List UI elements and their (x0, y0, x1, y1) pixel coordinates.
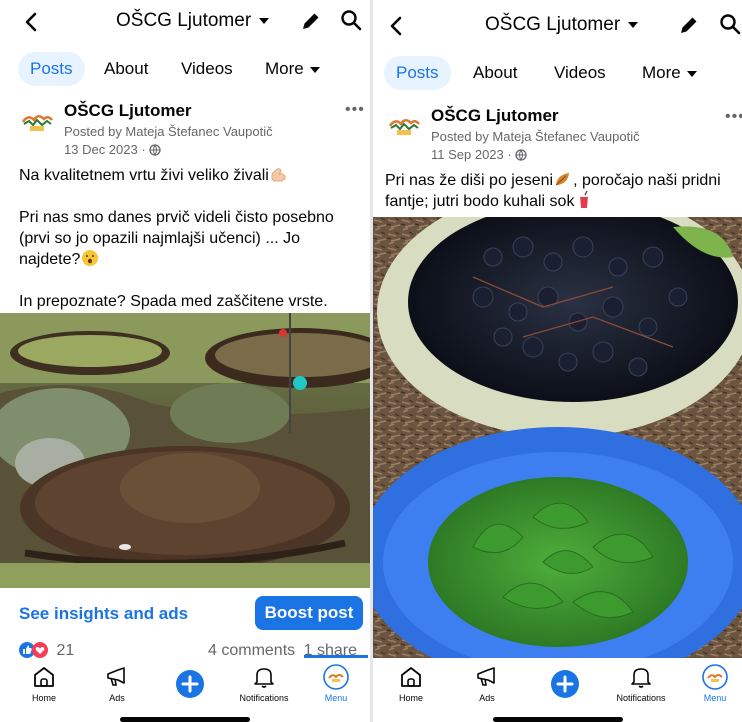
see-insights-link[interactable]: See insights and ads (19, 604, 188, 624)
plus-icon (176, 670, 204, 698)
juice-cup-icon (580, 191, 589, 208)
profile-avatar-icon (323, 664, 349, 690)
posted-by: Posted by Mateja Štefanec Vaupotič (431, 129, 640, 144)
bottom-navigation: Home Ads Notifications Menu (0, 655, 370, 722)
post-author[interactable]: OŠCG Ljutomer (64, 101, 192, 121)
megaphone-icon (477, 667, 495, 686)
tab-about[interactable]: About (104, 52, 148, 86)
reactions-count: 21 (56, 642, 75, 659)
nav-home-label: Home (31, 693, 56, 703)
nav-notifications-label: Notifications (239, 693, 289, 703)
nav-ads[interactable]: Ads (451, 664, 523, 703)
page-title-dropdown[interactable]: OŠCG Ljutomer (116, 10, 270, 32)
home-indicator (492, 717, 623, 722)
tab-more-label: More (642, 63, 681, 82)
nav-notifications-label: Notifications (616, 693, 666, 703)
garden-photo[interactable] (0, 313, 370, 588)
post-date[interactable]: 11 Sep 2023 · (431, 147, 527, 162)
tab-more-label: More (265, 59, 304, 78)
page-avatar[interactable] (385, 108, 423, 146)
post-text: Na kvalitetnem vrtu živi veliko živali P… (19, 165, 364, 312)
nav-home[interactable]: Home (375, 664, 447, 703)
nav-ads[interactable]: Ads (81, 664, 153, 703)
chevron-down-icon (628, 21, 639, 28)
post-line-3: In prepoznate? Spada med zaščitene vrste… (19, 293, 328, 310)
chevron-down-icon (309, 66, 320, 73)
search-icon[interactable] (718, 12, 742, 36)
berries-image (373, 217, 742, 658)
home-icon (401, 667, 421, 687)
megaphone-icon (107, 667, 125, 686)
more-options-icon[interactable]: ••• (725, 108, 742, 126)
flexed-biceps-icon (271, 168, 286, 182)
nav-menu[interactable]: Menu (679, 664, 742, 703)
school-logo-icon (21, 115, 53, 131)
tab-posts[interactable]: Posts (18, 52, 85, 86)
nav-menu-label: Menu (703, 693, 727, 703)
post-date-text: 13 Dec 2023 · (64, 142, 146, 157)
nav-ads-label: Ads (109, 693, 125, 703)
nav-ads-label: Ads (479, 693, 495, 703)
boost-post-button[interactable]: Boost post (255, 596, 363, 630)
berries-nettles-photo[interactable] (373, 217, 742, 658)
plus-icon (551, 670, 579, 698)
globe-icon (515, 149, 527, 161)
tab-about[interactable]: About (473, 56, 517, 90)
fallen-leaf-icon (555, 173, 570, 186)
post-line-1: Na kvalitetnem vrtu živi veliko živali (19, 167, 269, 184)
garden-image (0, 313, 370, 588)
bell-icon (631, 668, 651, 688)
tab-more[interactable]: More (265, 52, 320, 86)
page-tabs: Posts About Videos More (0, 52, 370, 92)
chevron-down-icon (259, 17, 270, 24)
tab-more[interactable]: More (642, 56, 697, 90)
page-header: OŠCG Ljutomer (373, 0, 742, 44)
tab-videos[interactable]: Videos (181, 52, 233, 86)
page-title-dropdown[interactable]: OŠCG Ljutomer (485, 14, 639, 36)
nav-home-label: Home (398, 693, 423, 703)
tab-videos[interactable]: Videos (554, 56, 606, 90)
back-arrow-icon[interactable] (20, 10, 44, 34)
bell-icon (254, 668, 274, 688)
search-icon[interactable] (339, 8, 363, 32)
post-author[interactable]: OŠCG Ljutomer (431, 106, 559, 126)
chevron-down-icon (686, 70, 697, 77)
post-date-text: 11 Sep 2023 · (431, 147, 512, 162)
profile-avatar-icon (702, 664, 728, 690)
active-tab-indicator (304, 655, 368, 658)
nav-menu[interactable]: Menu (300, 664, 370, 703)
school-logo-icon (388, 119, 420, 135)
globe-icon (149, 144, 161, 156)
tab-posts[interactable]: Posts (384, 56, 451, 90)
bottom-navigation: Home Ads Notifications Menu (373, 658, 742, 722)
post-text: Pri nas že diši po jeseni, poročajo naši… (385, 170, 730, 212)
edit-pencil-icon[interactable] (299, 9, 323, 33)
hushed-face-icon (82, 250, 99, 266)
left-post-screen: OŠCG Ljutomer Posts About Videos More OŠ… (0, 0, 370, 722)
home-icon (34, 667, 54, 687)
nav-menu-label: Menu (324, 693, 348, 703)
post-line-2: Pri nas smo danes prvič videli čisto pos… (19, 209, 334, 268)
page-title: OŠCG Ljutomer (485, 14, 621, 35)
nav-notifications[interactable]: Notifications (605, 664, 677, 703)
nav-notifications[interactable]: Notifications (228, 664, 300, 703)
right-post-screen: OŠCG Ljutomer Posts About Videos More OŠ… (373, 0, 742, 722)
page-title: OŠCG Ljutomer (116, 10, 252, 31)
love-reaction-icon (32, 642, 48, 658)
back-arrow-icon[interactable] (385, 14, 409, 38)
page-header: OŠCG Ljutomer (0, 0, 370, 44)
posted-by: Posted by Mateja Štefanec Vaupotič (64, 124, 273, 139)
more-options-icon[interactable]: ••• (345, 101, 365, 119)
post-line-1a: Pri nas že diši po jeseni (385, 172, 554, 189)
nav-create[interactable] (154, 664, 226, 698)
page-avatar[interactable] (18, 104, 56, 142)
home-indicator (120, 717, 250, 722)
nav-create[interactable] (529, 664, 601, 698)
edit-pencil-icon[interactable] (677, 13, 701, 37)
nav-home[interactable]: Home (8, 664, 80, 703)
comments-count[interactable]: 4 comments (208, 642, 295, 659)
page-tabs: Posts About Videos More (373, 56, 742, 96)
post-date[interactable]: 13 Dec 2023 · (64, 142, 161, 157)
